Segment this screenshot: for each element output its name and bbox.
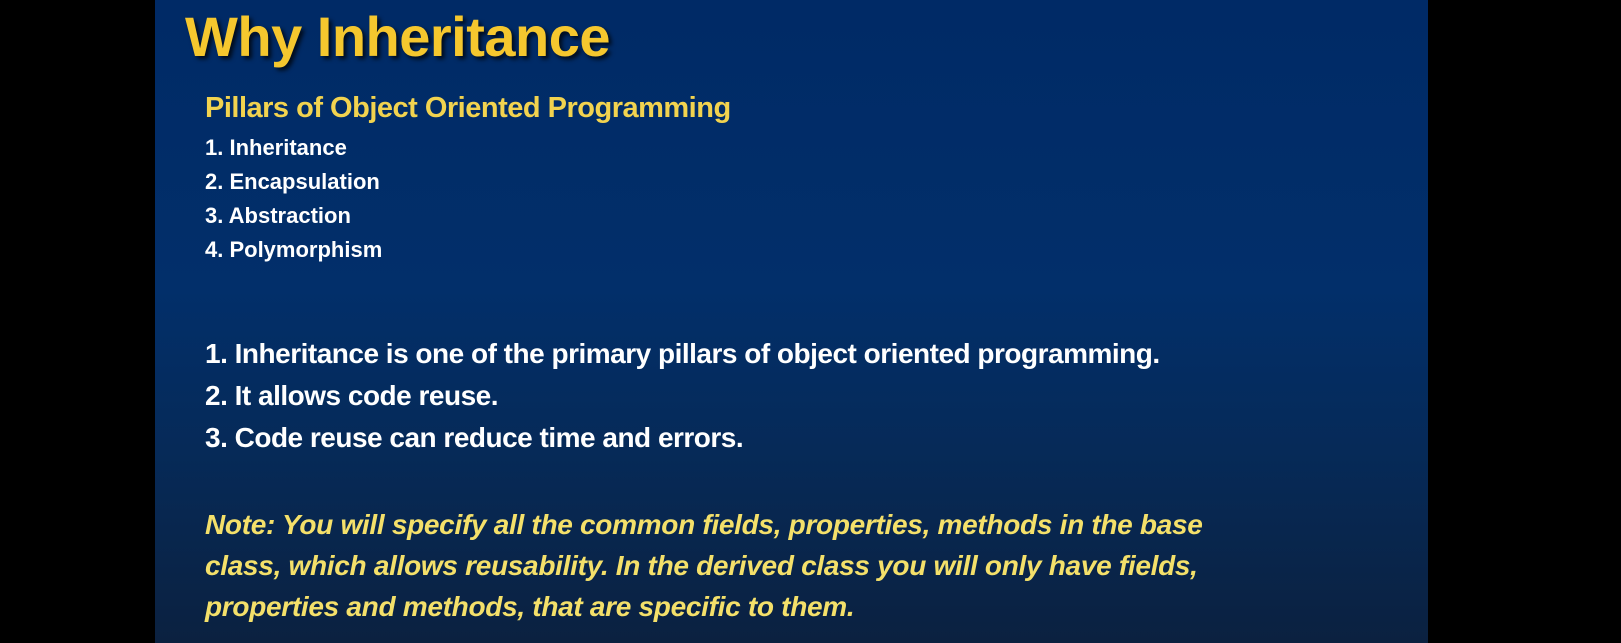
pillar-item: 1. Inheritance (205, 135, 347, 160)
note-line: Note: You will specify all the common fi… (205, 509, 1203, 540)
pillars-section: Pillars of Object Oriented Programming 1… (205, 92, 731, 267)
presentation-slide: Why Inheritance Pillars of Object Orient… (155, 0, 1428, 643)
pillar-item: 4. Polymorphism (205, 237, 383, 262)
points-list: 1. Inheritance is one of the primary pil… (205, 333, 1160, 459)
video-frame: Why Inheritance Pillars of Object Orient… (0, 0, 1621, 643)
pillar-item: 2. Encapsulation (205, 169, 380, 194)
note-line: properties and methods, that are specifi… (205, 591, 855, 622)
pillars-heading: Pillars of Object Oriented Programming (205, 92, 731, 124)
pillar-item: 3. Abstraction (205, 203, 351, 228)
point-item: 3. Code reuse can reduce time and errors… (205, 422, 744, 453)
point-item: 2. It allows code reuse. (205, 380, 499, 411)
slide-title: Why Inheritance (185, 5, 611, 68)
point-item: 1. Inheritance is one of the primary pil… (205, 338, 1160, 369)
note-line: class, which allows reusability. In the … (205, 550, 1198, 581)
note-paragraph: Note: You will specify all the common fi… (205, 504, 1385, 627)
